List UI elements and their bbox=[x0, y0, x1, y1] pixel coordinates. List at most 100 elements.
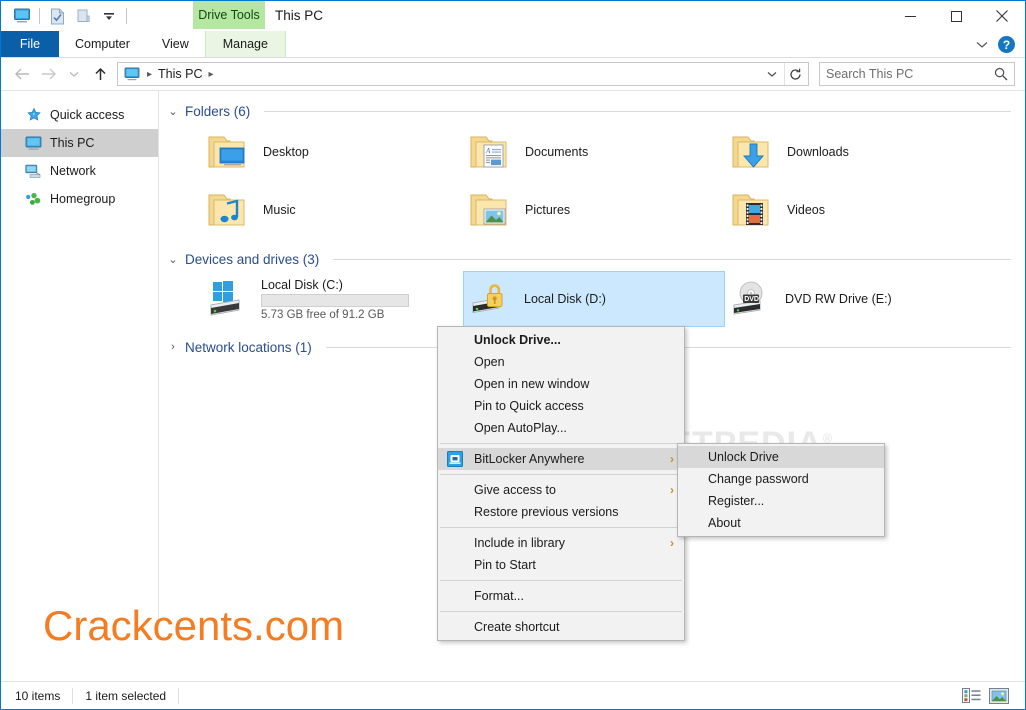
folders-grid: Desktop A Documents Downloads Music Pict… bbox=[159, 123, 1025, 239]
large-icons-view-icon[interactable] bbox=[989, 687, 1009, 705]
forward-button[interactable] bbox=[35, 61, 61, 87]
submenu-item-register[interactable]: Register... bbox=[678, 490, 884, 512]
sidebar-item-this-pc[interactable]: This PC bbox=[1, 129, 158, 157]
back-button[interactable] bbox=[9, 61, 35, 87]
submenu-item-about[interactable]: About bbox=[678, 512, 884, 534]
list-item-label: Videos bbox=[787, 203, 825, 217]
sidebar-label-quick-access: Quick access bbox=[50, 108, 125, 122]
context-menu[interactable]: Unlock Drive... Open Open in new window … bbox=[437, 326, 685, 641]
list-item[interactable]: Videos bbox=[725, 181, 987, 239]
minimize-button[interactable] bbox=[887, 1, 933, 31]
new-folder-icon[interactable] bbox=[70, 4, 96, 28]
folder-desktop-icon bbox=[205, 128, 253, 176]
drive-free-space-c: 5.73 GB free of 91.2 GB bbox=[261, 308, 385, 321]
menu-item-format[interactable]: Format... bbox=[438, 585, 684, 607]
bitlocker-anywhere-icon bbox=[447, 451, 463, 467]
list-item-label: Music bbox=[263, 203, 296, 217]
tab-view[interactable]: View bbox=[146, 31, 205, 57]
chevron-right-icon[interactable]: › bbox=[167, 341, 179, 353]
ribbon-tab-row: File Computer View Manage ? bbox=[1, 31, 1025, 58]
folder-downloads-icon bbox=[729, 128, 777, 176]
menu-item-give-access-to[interactable]: Give access to › bbox=[438, 479, 684, 501]
list-item[interactable]: Pictures bbox=[463, 181, 725, 239]
customize-dropdown-icon[interactable] bbox=[96, 4, 122, 28]
chevron-down-icon[interactable]: ⌄ bbox=[167, 105, 179, 118]
drive-label-e: DVD RW Drive (E:) bbox=[785, 292, 892, 306]
up-button[interactable] bbox=[87, 61, 113, 87]
menu-item-create-shortcut[interactable]: Create shortcut bbox=[438, 616, 684, 638]
submenu-item-change-password[interactable]: Change password bbox=[678, 468, 884, 490]
sidebar-item-network[interactable]: Network bbox=[1, 157, 158, 185]
svg-text:DVD: DVD bbox=[744, 296, 759, 303]
sidebar-label-homegroup: Homegroup bbox=[50, 192, 116, 206]
drive-info-d: Local Disk (D:) bbox=[524, 292, 606, 306]
list-item[interactable]: A Documents bbox=[463, 123, 725, 181]
address-dropdown-icon[interactable] bbox=[762, 63, 782, 85]
group-title-devices: Devices and drives (3) bbox=[185, 251, 320, 267]
breadcrumb-separator-0[interactable]: ▸ bbox=[144, 69, 155, 80]
menu-item-open-autoplay[interactable]: Open AutoPlay... bbox=[438, 417, 684, 439]
menu-separator bbox=[440, 443, 682, 444]
menu-item-open-in-new-window[interactable]: Open in new window bbox=[438, 373, 684, 395]
group-header-devices-and-drives[interactable]: ⌄ Devices and drives (3) bbox=[159, 247, 1025, 271]
drive-info-e: DVD RW Drive (E:) bbox=[785, 292, 892, 306]
address-bar[interactable]: ▸ This PC ▸ bbox=[117, 62, 809, 86]
menu-item-open[interactable]: Open bbox=[438, 351, 684, 373]
navigation-pane: Quick access This PC Network Homegroup bbox=[1, 91, 159, 620]
search-input[interactable] bbox=[826, 67, 994, 81]
folder-documents-icon: A bbox=[467, 128, 515, 176]
dvd-drive-icon: DVD bbox=[729, 277, 777, 321]
close-button[interactable] bbox=[979, 1, 1025, 31]
sidebar-item-quick-access[interactable]: Quick access bbox=[1, 101, 158, 129]
breadcrumb-this-pc[interactable]: This PC bbox=[155, 67, 205, 81]
drive-local-disk-d[interactable]: Local Disk (D:) bbox=[463, 271, 725, 327]
menu-item-include-in-library[interactable]: Include in library › bbox=[438, 532, 684, 554]
properties-icon[interactable] bbox=[44, 4, 70, 28]
drive-label-d: Local Disk (D:) bbox=[524, 292, 606, 306]
submenu-item-unlock-drive[interactable]: Unlock Drive bbox=[678, 446, 884, 468]
maximize-button[interactable] bbox=[933, 1, 979, 31]
menu-item-restore-previous-versions[interactable]: Restore previous versions bbox=[438, 501, 684, 523]
search-box[interactable] bbox=[819, 62, 1015, 86]
sidebar-label-this-pc: This PC bbox=[50, 136, 95, 150]
refresh-icon[interactable] bbox=[784, 63, 806, 85]
drive-dvd-rw-e[interactable]: DVD DVD RW Drive (E:) bbox=[725, 271, 987, 327]
sidebar-item-homegroup[interactable]: Homegroup bbox=[1, 185, 158, 213]
group-header-folders[interactable]: ⌄ Folders (6) bbox=[159, 99, 1025, 123]
menu-item-bitlocker-anywhere[interactable]: BitLocker Anywhere › bbox=[438, 448, 684, 470]
this-pc-icon[interactable] bbox=[9, 4, 35, 28]
breadcrumb-separator-1[interactable]: ▸ bbox=[205, 69, 216, 80]
qat-separator bbox=[39, 8, 40, 24]
chevron-down-icon[interactable]: ⌄ bbox=[167, 253, 179, 266]
details-view-icon[interactable] bbox=[961, 687, 981, 705]
list-item[interactable]: Downloads bbox=[725, 123, 987, 181]
windows-drive-icon bbox=[205, 277, 253, 321]
drive-local-disk-c[interactable]: Local Disk (C:) 5.73 GB free of 91.2 GB bbox=[201, 271, 463, 327]
list-item[interactable]: Music bbox=[201, 181, 463, 239]
qat-separator-2 bbox=[126, 8, 127, 24]
search-icon[interactable] bbox=[994, 67, 1008, 81]
recent-locations-button[interactable] bbox=[61, 61, 87, 87]
menu-item-unlock-drive[interactable]: Unlock Drive... bbox=[438, 329, 684, 351]
tab-manage[interactable]: Manage bbox=[204, 31, 286, 57]
menu-item-pin-to-quick-access[interactable]: Pin to Quick access bbox=[438, 395, 684, 417]
list-item[interactable]: Desktop bbox=[201, 123, 463, 181]
drives-grid: Local Disk (C:) 5.73 GB free of 91.2 GB bbox=[159, 271, 1025, 327]
context-submenu[interactable]: Unlock Drive Change password Register...… bbox=[677, 443, 885, 537]
group-divider bbox=[333, 258, 1011, 260]
menu-item-pin-to-start[interactable]: Pin to Start bbox=[438, 554, 684, 576]
status-divider bbox=[72, 687, 74, 704]
list-item-label: Documents bbox=[525, 145, 589, 159]
tab-computer[interactable]: Computer bbox=[59, 31, 146, 57]
view-mode-buttons bbox=[961, 687, 1017, 705]
chevron-right-icon: › bbox=[670, 452, 674, 466]
status-selection: 1 item selected bbox=[85, 688, 167, 703]
title-bar: Drive Tools This PC bbox=[1, 1, 1025, 31]
chevron-down-icon[interactable] bbox=[976, 36, 988, 54]
help-icon[interactable]: ? bbox=[998, 36, 1015, 53]
capacity-bar-c bbox=[261, 293, 409, 307]
tab-file[interactable]: File bbox=[1, 31, 59, 57]
star-icon bbox=[25, 107, 42, 124]
folder-videos-icon bbox=[729, 186, 777, 234]
locked-drive-icon bbox=[468, 277, 516, 321]
